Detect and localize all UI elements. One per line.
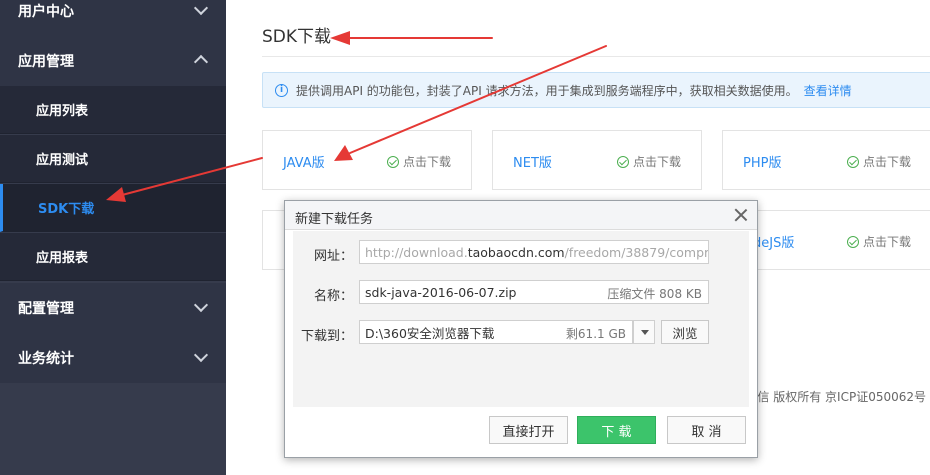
sidebar-item-sdk-download[interactable]: SDK下载 bbox=[0, 184, 226, 232]
download-label: 点击下载 bbox=[402, 155, 451, 169]
download-link[interactable]: 点击下载 bbox=[846, 233, 911, 250]
file-info: 压缩文件 808 KB bbox=[607, 287, 702, 301]
url-label: 网址： bbox=[313, 249, 353, 264]
sidebar-item-label: 应用测试 bbox=[36, 153, 89, 168]
file-name: sdk-java-2016-06-07.zip bbox=[365, 284, 517, 300]
download-label: 点击下载 bbox=[862, 235, 911, 249]
download-link[interactable]: 点击下载 bbox=[386, 153, 451, 170]
dialog-header: 新建下载任务 bbox=[285, 201, 757, 230]
view-details-link[interactable]: 查看详情 bbox=[804, 82, 852, 99]
check-circle-icon bbox=[846, 155, 859, 168]
sdk-name: NET版 bbox=[513, 156, 552, 171]
info-banner: i 提供调用API 的功能包，封装了API 请求方法，用于集成到服务端程序中，获… bbox=[262, 72, 930, 108]
sdk-name: JAVA版 bbox=[283, 156, 325, 171]
url-prefix: http://download. bbox=[365, 244, 468, 260]
check-circle-icon bbox=[616, 155, 629, 168]
nav-group-label: 配置管理 bbox=[18, 301, 74, 317]
sdk-card-net[interactable]: NET版 点击下载 bbox=[492, 130, 702, 190]
file-name-field[interactable]: sdk-java-2016-06-07.zip 压缩文件 808 KB bbox=[359, 280, 709, 304]
save-path: D:\360安全浏览器下载 bbox=[365, 325, 495, 341]
screen: 用户中心 应用管理 应用列表 应用测试 SDK下载 应用报表 配置管理 业务统计 bbox=[0, 0, 930, 475]
dialog-title: 新建下载任务 bbox=[295, 212, 374, 227]
download-label: 点击下载 bbox=[632, 155, 681, 169]
divider bbox=[262, 56, 930, 57]
sidebar-item-app-list[interactable]: 应用列表 bbox=[0, 86, 226, 134]
nav-group-business-stats[interactable]: 业务统计 bbox=[0, 333, 226, 383]
cancel-button[interactable]: 取 消 bbox=[667, 416, 746, 444]
sidebar-item-label: 应用列表 bbox=[36, 104, 89, 119]
chevron-down-icon bbox=[193, 0, 209, 16]
chevron-down-icon bbox=[193, 347, 209, 363]
sidebar-item-app-report[interactable]: 应用报表 bbox=[0, 233, 226, 281]
name-label: 名称： bbox=[313, 289, 353, 304]
info-icon: i bbox=[275, 83, 288, 97]
open-direct-button[interactable]: 直接打开 bbox=[489, 416, 568, 444]
nav-group-app-management[interactable]: 应用管理 bbox=[0, 36, 226, 86]
new-download-dialog: 新建下载任务 网址： http://download. taobaocdn.com… bbox=[284, 200, 758, 458]
url-host: taobaocdn.com bbox=[467, 244, 565, 260]
footer-copyright: 信 版权所有 京ICP证050062号 bbox=[757, 390, 926, 404]
nav-group-label: 业务统计 bbox=[18, 351, 74, 367]
save-to-label: 下载到： bbox=[300, 329, 353, 344]
check-circle-icon bbox=[846, 235, 859, 248]
browse-button[interactable]: 浏览 bbox=[661, 320, 709, 344]
nav-group-label: 用户中心 bbox=[18, 4, 74, 20]
url-path: /freedom/38879/compres bbox=[564, 244, 709, 260]
download-label: 点击下载 bbox=[862, 155, 911, 169]
check-circle-icon bbox=[386, 155, 399, 168]
sidebar-item-label: SDK下载 bbox=[38, 202, 95, 217]
nav-group-label: 应用管理 bbox=[18, 54, 74, 70]
url-field[interactable]: http://download. taobaocdn.com/freedom/38… bbox=[359, 240, 709, 264]
chevron-down-icon bbox=[193, 297, 209, 313]
download-link[interactable]: 点击下载 bbox=[846, 153, 911, 170]
chevron-up-icon bbox=[193, 54, 209, 70]
page-title: SDK下载 bbox=[262, 27, 332, 47]
sdk-card-java[interactable]: JAVA版 点击下载 bbox=[262, 130, 472, 190]
info-text: 提供调用API 的功能包，封装了API 请求方法，用于集成到服务端程序中，获取相… bbox=[296, 83, 798, 98]
sidebar-item-app-test[interactable]: 应用测试 bbox=[0, 135, 226, 183]
sdk-name: PHP版 bbox=[743, 156, 782, 171]
close-icon[interactable] bbox=[733, 207, 749, 223]
download-link[interactable]: 点击下载 bbox=[616, 153, 681, 170]
sdk-name: deJS版 bbox=[753, 236, 795, 251]
nav-group-user-center[interactable]: 用户中心 bbox=[0, 0, 226, 36]
save-path-dropdown[interactable] bbox=[633, 320, 655, 344]
nav-group-config-management[interactable]: 配置管理 bbox=[0, 283, 226, 333]
dialog-body: 网址： http://download. taobaocdn.com/freedo… bbox=[293, 231, 749, 407]
download-button[interactable]: 下 载 bbox=[577, 416, 656, 444]
save-path-field[interactable]: D:\360安全浏览器下载 剩61.1 GB bbox=[359, 320, 633, 344]
sdk-card-php[interactable]: PHP版 点击下载 bbox=[722, 130, 930, 190]
free-space: 剩61.1 GB bbox=[565, 327, 626, 341]
sidebar: 用户中心 应用管理 应用列表 应用测试 SDK下载 应用报表 配置管理 业务统计 bbox=[0, 0, 226, 475]
sidebar-item-label: 应用报表 bbox=[36, 251, 89, 266]
